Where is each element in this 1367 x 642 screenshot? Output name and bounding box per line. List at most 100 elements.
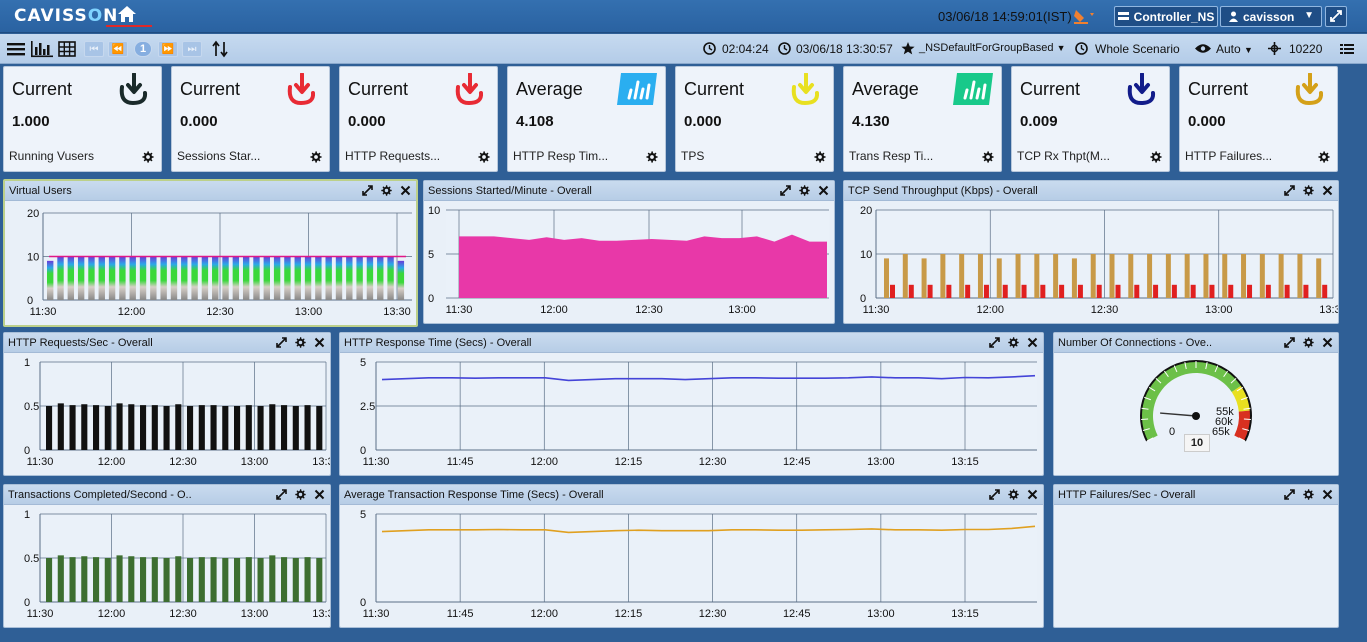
expand-icon[interactable]	[275, 488, 288, 501]
kpi-value: 0.000	[348, 113, 386, 130]
expand-icon[interactable]	[361, 184, 374, 197]
gear-icon[interactable]	[1302, 336, 1315, 349]
kpi-card[interactable]: Current 1.000 Running Vusers	[3, 66, 162, 172]
gear-icon[interactable]	[294, 336, 307, 349]
fullscreen-button[interactable]	[1325, 6, 1347, 27]
bar	[983, 284, 989, 298]
close-icon[interactable]	[313, 488, 326, 501]
gear-icon[interactable]	[380, 184, 393, 197]
transactions-panel[interactable]: Transactions Completed/Second - O.. 0 0.5…	[3, 484, 331, 628]
controller-button[interactable]: Controller_NS	[1114, 6, 1218, 27]
close-icon[interactable]	[1321, 336, 1334, 349]
menu-icon[interactable]	[7, 40, 25, 58]
http-requests-panel[interactable]: HTTP Requests/Sec - Overall 0 0.5 1 11:30 12…	[3, 332, 331, 476]
list-icon[interactable]	[1340, 43, 1354, 55]
gear-icon[interactable]	[1302, 488, 1315, 501]
bar-chart-icon[interactable]	[31, 40, 53, 58]
gear-icon[interactable]	[141, 150, 155, 164]
bar	[1096, 284, 1102, 298]
sort-arrows-icon[interactable]	[212, 40, 228, 58]
count-value: 10220	[1289, 42, 1323, 56]
bar	[1209, 284, 1215, 298]
color-theme-icon[interactable]	[1072, 7, 1096, 25]
tcp-send-panel[interactable]: TCP Send Throughput (Kbps) - Overall 0 10…	[843, 180, 1339, 324]
gear-icon[interactable]	[798, 184, 811, 197]
kpi-card[interactable]: Current 0.009 TCP Rx Thpt(M...	[1011, 66, 1170, 172]
bar	[187, 406, 194, 450]
expand-icon[interactable]	[1283, 488, 1296, 501]
gear-icon[interactable]	[1302, 184, 1315, 197]
kpi-card[interactable]: Average 4.130 Trans Resp Ti...	[843, 66, 1002, 172]
connections-panel[interactable]: Number Of Connections - Ove.. 0 55k 60k 65k…	[1053, 332, 1339, 476]
kpi-card[interactable]: Current 0.000 TPS	[675, 66, 834, 172]
bar	[884, 258, 889, 298]
expand-icon[interactable]	[1283, 184, 1296, 197]
kpi-value: 0.000	[1188, 113, 1226, 130]
transactions-chart[interactable]: 00.5111:3012:0012:3013:0013:30	[4, 505, 330, 627]
close-icon[interactable]	[1026, 488, 1039, 501]
gear-icon[interactable]	[1007, 336, 1020, 349]
last-page-button[interactable]: ⏭	[182, 41, 202, 57]
star-icon	[901, 42, 915, 55]
close-icon[interactable]	[313, 336, 326, 349]
bar	[1297, 254, 1303, 298]
close-icon[interactable]	[1321, 184, 1334, 197]
gear-icon[interactable]	[1007, 488, 1020, 501]
first-page-button[interactable]: ⏮	[84, 41, 104, 57]
http-response-chart[interactable]: 02.5511:30 11:45 12:00 12:15 12:30 12:45 13:00…	[340, 353, 1043, 475]
x-tick-label: 12:00	[98, 456, 126, 468]
x-tick-label: 12:30	[169, 456, 197, 468]
x-tick-label: 12:00	[531, 456, 559, 468]
virtual-users-panel[interactable]: Virtual Users 0 10 20 11:30 12:00 12:30 13:00 1…	[3, 179, 418, 327]
sessions-panel[interactable]: Sessions Started/Minute - Overall 0 5 10 11…	[423, 180, 835, 324]
elapsed-time: 02:04:24	[722, 42, 769, 56]
tcp-send-chart[interactable]: 0102011:3012:0012:3013:0013:30	[844, 201, 1338, 323]
kpi-card[interactable]: Average 4.108 HTTP Resp Tim...	[507, 66, 666, 172]
expand-icon[interactable]	[1283, 336, 1296, 349]
y-tick-label: 0.5	[24, 401, 39, 413]
expand-icon[interactable]	[988, 336, 1001, 349]
kpi-card[interactable]: Current 0.000 Sessions Star...	[171, 66, 330, 172]
next-page-button[interactable]: ⏩	[158, 41, 178, 57]
http-failures-panel[interactable]: HTTP Failures/Sec - Overall	[1053, 484, 1339, 628]
gear-icon[interactable]	[645, 150, 659, 164]
scenario-label[interactable]: Whole Scenario	[1095, 42, 1180, 56]
bar	[69, 557, 76, 602]
user-menu-button[interactable]: cavisson ▼	[1220, 6, 1322, 27]
kpi-title: Current	[348, 79, 409, 99]
favorite-dropdown[interactable]: _NSDefaultForGroupBased ▼	[919, 42, 1066, 54]
prev-page-button[interactable]: ⏪	[108, 41, 128, 57]
gear-icon[interactable]	[1317, 150, 1331, 164]
bar	[1134, 284, 1140, 298]
mode-dropdown[interactable]: Auto ▼	[1216, 42, 1253, 56]
close-icon[interactable]	[399, 184, 412, 197]
x-tick-label: 12:15	[615, 608, 643, 620]
virtual-users-chart[interactable]: 0102011:30 12:00 12:30 13:00 13:30	[5, 201, 416, 325]
gear-icon[interactable]	[309, 150, 323, 164]
expand-icon[interactable]	[988, 488, 1001, 501]
bar	[67, 256, 75, 300]
connections-gauge[interactable]: 055k60k65k	[1054, 353, 1338, 475]
avg-transaction-panel[interactable]: Average Transaction Response Time (Secs)…	[339, 484, 1044, 628]
home-icon[interactable]	[117, 5, 137, 23]
kpi-card[interactable]: Current 0.000 HTTP Requests...	[339, 66, 498, 172]
bar	[93, 557, 100, 602]
expand-icon[interactable]	[275, 336, 288, 349]
gear-icon[interactable]	[294, 488, 307, 501]
close-icon[interactable]	[817, 184, 830, 197]
table-grid-icon[interactable]	[58, 40, 76, 58]
close-icon[interactable]	[1321, 488, 1334, 501]
http-response-panel[interactable]: HTTP Response Time (Secs) - Overall 0 2.5…	[339, 332, 1044, 476]
gear-icon[interactable]	[1149, 150, 1163, 164]
gear-icon[interactable]	[813, 150, 827, 164]
avg-transaction-chart[interactable]: 0511:30 11:45 12:00 12:15 12:30 12:45 13:00 13:…	[340, 505, 1043, 627]
gear-icon[interactable]	[477, 150, 491, 164]
kpi-card[interactable]: Current 0.000 HTTP Failures...	[1179, 66, 1338, 172]
bar	[1171, 284, 1177, 298]
page-number[interactable]: 1	[134, 41, 152, 57]
http-requests-chart[interactable]: 00.5111:3012:0012:3013:0013:30	[4, 353, 330, 475]
gear-icon[interactable]	[981, 150, 995, 164]
sessions-chart[interactable]: 0 5 10 11:30 12:00 12:30 13:00	[424, 201, 834, 323]
close-icon[interactable]	[1026, 336, 1039, 349]
expand-icon[interactable]	[779, 184, 792, 197]
